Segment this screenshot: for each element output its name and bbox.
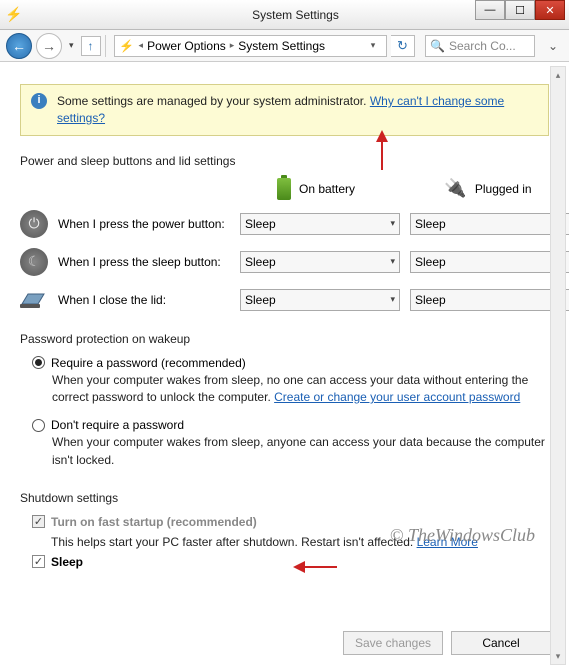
maximize-button[interactable]: ☐ [505,0,535,20]
up-button[interactable]: ↑ [81,36,101,56]
save-button: Save changes [343,631,443,655]
sleep-button-battery-select[interactable]: Sleep▾ [240,251,400,273]
close-lid-plugged-select[interactable]: Sleep▾ [410,289,569,311]
checkbox-sleep[interactable] [32,555,45,568]
column-header-battery: On battery [230,178,402,200]
address-bar[interactable]: ⚡ ◂ Power Options ▸ System Settings ▾ [114,35,387,57]
power-button-icon: ⏻ [20,210,48,238]
sleep-button-plugged-select[interactable]: Sleep▾ [410,251,569,273]
checkbox-fast-startup [32,515,45,528]
power-button-plugged-select[interactable]: Sleep▾ [410,213,569,235]
search-icon: 🔍 [430,39,445,53]
chevron-down-icon: ▾ [390,256,395,267]
admin-banner-text: Some settings are managed by your system… [57,94,366,108]
minimize-button[interactable]: — [475,0,505,20]
help-chevron-icon[interactable]: ⌄ [543,36,563,56]
breadcrumb-item[interactable]: System Settings [238,39,325,53]
power-button-battery-select[interactable]: Sleep▾ [240,213,400,235]
section-title-shutdown: Shutdown settings [20,491,549,505]
address-dropdown-icon[interactable]: ▾ [364,40,382,51]
power-options-icon: ⚡ [119,38,135,54]
watermark: © TheWindowsClub [390,525,535,546]
close-button[interactable]: ✕ [535,0,565,20]
fast-startup-label: Turn on fast startup (recommended) [51,515,257,529]
sleep-option-label: Sleep [51,555,83,569]
radio-require-password[interactable]: Require a password (recommended) [32,356,549,370]
dont-require-password-desc: When your computer wakes from sleep, any… [52,434,549,469]
scroll-up-icon[interactable]: ▴ [551,67,565,83]
radio-icon [32,356,45,369]
fast-startup-desc: This helps start your PC faster after sh… [51,535,413,549]
section-title-buttons-lid: Power and sleep buttons and lid settings [20,154,549,168]
row-label-close-lid: When I close the lid: [58,293,166,307]
chevron-right-icon: ▸ [230,40,235,51]
navigation-bar: ← → ▾ ↑ ⚡ ◂ Power Options ▸ System Setti… [0,30,569,62]
forward-button[interactable]: → [36,33,62,59]
vertical-scrollbar[interactable]: ▴ ▾ [550,66,566,665]
separator [105,35,106,57]
plug-icon: 🔌 [444,178,466,199]
search-input[interactable]: 🔍 Search Co... [425,35,535,57]
admin-info-banner: i Some settings are managed by your syst… [20,84,549,136]
chevron-down-icon: ▾ [390,218,395,229]
sleep-button-icon: ☾ [20,248,48,276]
row-label-power-button: When I press the power button: [58,217,225,231]
radio-dont-require-password[interactable]: Don't require a password [32,418,549,432]
back-button[interactable]: ← [6,33,32,59]
row-label-sleep-button: When I press the sleep button: [58,255,221,269]
app-icon: ⚡ [6,7,22,23]
info-icon: i [31,93,47,109]
create-password-link[interactable]: Create or change your user account passw… [274,390,520,404]
section-title-wakeup: Password protection on wakeup [20,332,549,346]
chevron-down-icon: ▾ [390,294,395,305]
close-lid-battery-select[interactable]: Sleep▾ [240,289,400,311]
refresh-button[interactable]: ↻ [391,35,415,57]
history-chevron-icon[interactable]: ▾ [66,40,77,51]
title-bar: ⚡ System Settings — ☐ ✕ [0,0,569,30]
lid-icon [20,286,48,314]
scroll-down-icon[interactable]: ▾ [551,648,565,664]
search-placeholder: Search Co... [449,39,516,53]
breadcrumb-item[interactable]: Power Options [147,39,226,53]
cancel-button[interactable]: Cancel [451,631,551,655]
column-header-plugged: 🔌 Plugged in [402,178,569,199]
chevron-icon: ◂ [139,40,144,51]
radio-icon [32,419,45,432]
battery-icon [277,178,291,200]
